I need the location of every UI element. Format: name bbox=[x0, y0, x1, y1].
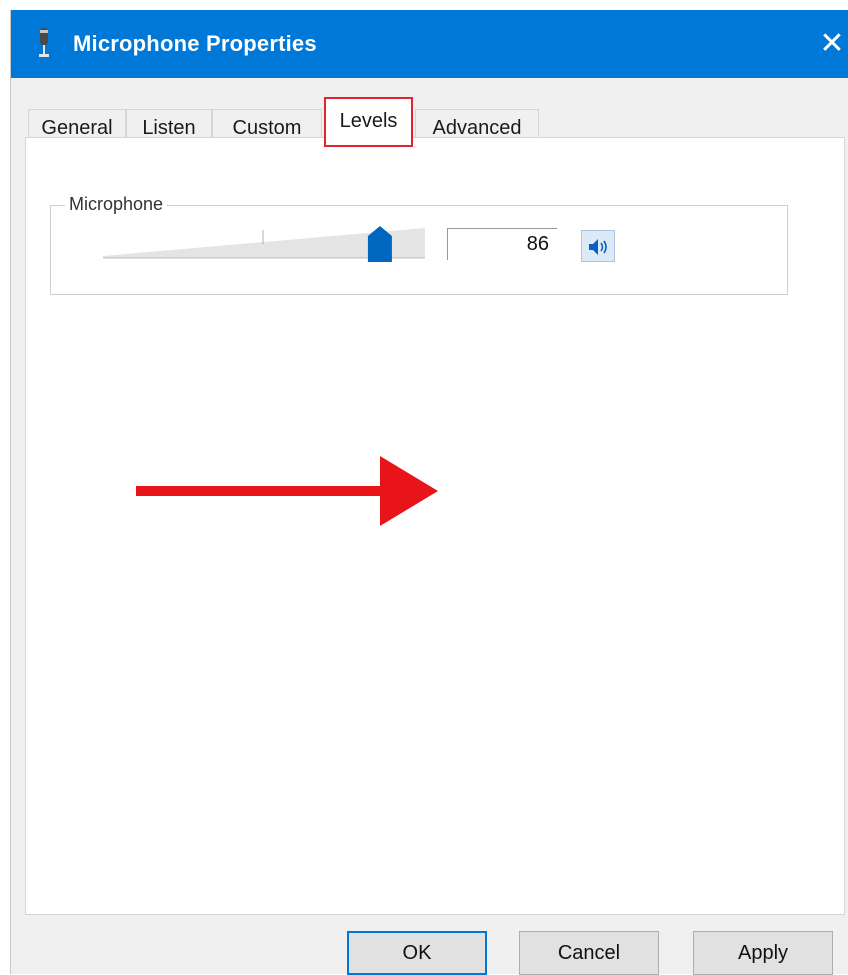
levels-panel: Microphone 86 bbox=[25, 137, 845, 915]
ok-button[interactable]: OK bbox=[347, 931, 487, 975]
title-bar: Microphone Properties ✕ bbox=[11, 10, 848, 78]
mute-button[interactable] bbox=[581, 230, 615, 262]
tab-strip: General Listen Custom Levels Advanced bbox=[11, 78, 848, 147]
microphone-icon bbox=[39, 28, 49, 57]
microphone-level-slider[interactable] bbox=[103, 224, 427, 264]
cancel-button[interactable]: Cancel bbox=[519, 931, 659, 975]
speaker-icon bbox=[589, 239, 607, 255]
close-button[interactable]: ✕ bbox=[815, 24, 848, 64]
close-icon: ✕ bbox=[819, 27, 845, 60]
apply-button[interactable]: Apply bbox=[693, 931, 833, 975]
microphone-group-label: Microphone bbox=[65, 191, 168, 217]
red-arrow-annotation bbox=[136, 456, 438, 526]
microphone-properties-window: Microphone Properties ✕ General Listen C… bbox=[10, 10, 848, 975]
microphone-level-group: Microphone 86 bbox=[50, 191, 788, 295]
level-value-field[interactable]: 86 bbox=[447, 228, 557, 260]
tab-levels[interactable]: Levels bbox=[324, 97, 413, 147]
window-title: Microphone Properties bbox=[73, 31, 317, 56]
